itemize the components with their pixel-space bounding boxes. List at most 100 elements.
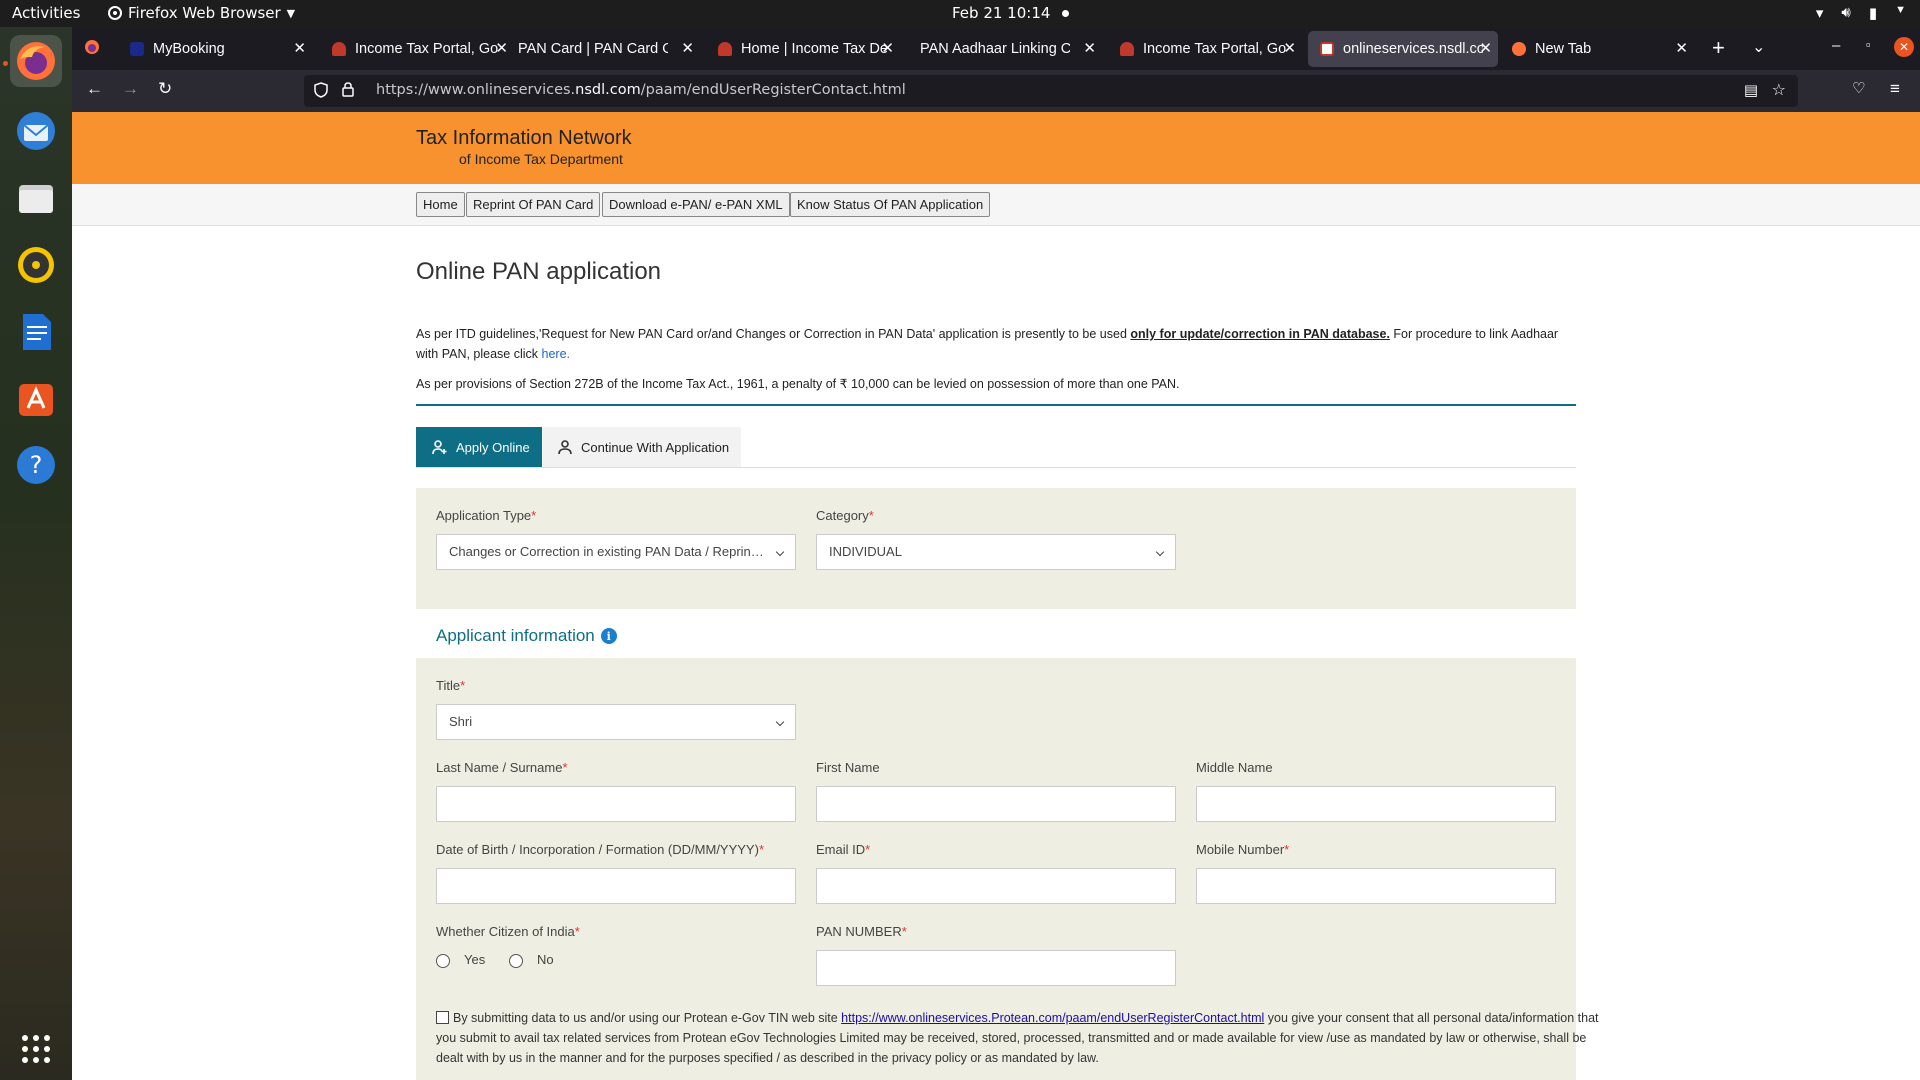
site-title: Tax Information Network: [416, 127, 632, 149]
firefox-icon: [17, 42, 55, 80]
title-select[interactable]: Shri: [436, 704, 796, 740]
files-icon: [19, 185, 53, 213]
nsdl-favicon: [1320, 42, 1334, 56]
dock-writer[interactable]: [10, 306, 62, 358]
hamburger-menu-icon[interactable]: ≡: [1890, 79, 1900, 99]
firefox-view-icon: [85, 40, 99, 54]
wifi-icon: ▾: [1815, 5, 1824, 22]
page-title: Online PAN application: [416, 258, 662, 285]
chevron-down-icon: ▼: [286, 6, 296, 20]
menu-know-status-button[interactable]: Know Status Of PAN Application: [790, 192, 991, 217]
software-center-icon: [19, 384, 53, 416]
url-text: https://www.onlineservices.nsdl.com/paam…: [376, 82, 906, 98]
dock-thunderbird[interactable]: [10, 105, 62, 157]
tab-onlineservices-nsdl[interactable]: onlineservices.nsdl.co ✕: [1308, 31, 1498, 67]
pan-number-label: PAN NUMBER*: [816, 924, 907, 939]
tab-pan-aadhaar-linking[interactable]: PAN Aadhaar Linking Ch ✕: [908, 31, 1102, 67]
firefox-favicon: [1512, 42, 1526, 56]
pan-number-input[interactable]: [816, 950, 1176, 986]
mobile-input[interactable]: [1196, 868, 1556, 904]
list-all-tabs-button[interactable]: ⌄: [1752, 37, 1765, 57]
back-button[interactable]: ←: [86, 79, 103, 99]
application-type-select[interactable]: Changes or Correction in existing PAN Da…: [436, 534, 796, 570]
show-apps-button[interactable]: [10, 1023, 62, 1075]
consent-link[interactable]: https://www.onlineservices.Protean.com/p…: [841, 1011, 1264, 1025]
system-top-bar: Activities Firefox Web Browser ▼ Feb 21 …: [0, 0, 1920, 27]
middle-name-input[interactable]: [1196, 786, 1556, 822]
info-icon[interactable]: i: [600, 628, 617, 644]
dock-help[interactable]: ?: [10, 439, 62, 491]
close-tab-icon[interactable]: ✕: [1675, 39, 1688, 57]
dock-software[interactable]: [10, 372, 62, 424]
activities-button[interactable]: Activities: [12, 4, 80, 22]
url-bar[interactable]: https://www.onlineservices.nsdl.com/paam…: [304, 75, 1798, 107]
citizen-yes-label: Yes: [464, 952, 486, 967]
clock[interactable]: Feb 21 10:14: [952, 4, 1070, 22]
divider: [416, 404, 1576, 406]
tab-new-tab[interactable]: New Tab ✕: [1500, 31, 1694, 67]
consent-text: By submitting data to us and/or using ou…: [436, 1011, 1599, 1065]
volume-icon: 🔊︎: [1841, 4, 1851, 21]
application-type-label: Application Type*: [436, 508, 537, 523]
dock-rhythmbox[interactable]: [10, 239, 62, 291]
navigation-toolbar: ← → ↻ https://www.onlineservices.nsdl.co…: [72, 70, 1920, 112]
dock-firefox[interactable]: [10, 35, 62, 87]
menu-download-epan-button[interactable]: Download e-PAN/ e-PAN XML: [602, 192, 790, 217]
tab-continue-application[interactable]: Continue With Application: [543, 427, 741, 467]
first-name-input[interactable]: [816, 786, 1176, 822]
forward-button[interactable]: →: [122, 79, 139, 99]
close-tab-icon[interactable]: ✕: [293, 39, 306, 57]
middle-name-label: Middle Name: [1196, 760, 1273, 775]
category-select[interactable]: INDIVIDUAL: [816, 534, 1176, 570]
close-tab-icon[interactable]: ✕: [1479, 39, 1492, 57]
pocket-icon[interactable]: ♡: [1852, 79, 1865, 97]
lock-icon[interactable]: [342, 81, 354, 101]
menu-home-button[interactable]: Home: [416, 192, 465, 217]
last-name-input[interactable]: [436, 786, 796, 822]
tab-home-income-tax[interactable]: Home | Income Tax De ✕: [706, 31, 900, 67]
applicant-information-heading: Applicant information i: [436, 626, 617, 646]
system-tray[interactable]: ▾ 🔊︎ ▮ ▼: [1816, 4, 1906, 22]
reader-view-icon[interactable]: ▤: [1744, 81, 1758, 99]
citizen-yes-radio[interactable]: [436, 954, 450, 968]
dock: ?: [0, 27, 72, 1080]
user-add-icon: [432, 440, 447, 455]
app-menu[interactable]: Firefox Web Browser ▼: [108, 4, 295, 22]
tab-apply-online[interactable]: Apply Online: [416, 427, 542, 467]
tab-pan-card[interactable]: PAN Card | PAN Card On ✕: [506, 31, 700, 67]
firefox-app-icon: [108, 6, 122, 20]
dob-input[interactable]: [436, 868, 796, 904]
dock-files[interactable]: [10, 172, 62, 224]
close-tab-icon[interactable]: ✕: [1083, 39, 1096, 57]
citizen-label: Whether Citizen of India*: [436, 924, 580, 939]
battery-icon: ▮: [1868, 5, 1878, 22]
web-page: Tax Information Network of Income Tax De…: [72, 112, 1920, 1080]
income-tax-favicon: [332, 42, 346, 56]
citizen-no-radio[interactable]: [509, 954, 523, 968]
consent-checkbox[interactable]: [436, 1011, 449, 1024]
aadhaar-link-here[interactable]: here.: [542, 347, 571, 361]
new-tab-button[interactable]: +: [1712, 35, 1725, 61]
tab-mybooking[interactable]: MyBooking ✕: [118, 31, 312, 67]
close-tab-icon[interactable]: ✕: [881, 39, 894, 57]
restore-button[interactable]: ▫: [1866, 37, 1871, 52]
first-name-label: First Name: [816, 760, 880, 775]
reload-button[interactable]: ↻: [158, 79, 172, 99]
close-tab-icon[interactable]: ✕: [1283, 39, 1296, 57]
notification-dot: [1062, 10, 1070, 17]
email-input[interactable]: [816, 868, 1176, 904]
title-label: Title*: [436, 678, 466, 693]
app-grid-icon: [22, 1035, 50, 1063]
firefox-view-button[interactable]: [84, 39, 100, 58]
menu-reprint-pan-button[interactable]: Reprint Of PAN Card: [466, 192, 601, 217]
tab-underline: [416, 467, 1576, 468]
minimize-button[interactable]: –: [1832, 37, 1840, 54]
close-tab-icon[interactable]: ✕: [681, 39, 694, 57]
bookmark-star-icon[interactable]: ☆: [1772, 80, 1786, 100]
help-icon: ?: [17, 446, 55, 484]
tab-income-tax-portal-1[interactable]: Income Tax Portal, Go ✕: [320, 31, 514, 67]
close-window-button[interactable]: ✕: [1894, 37, 1914, 57]
tab-income-tax-portal-2[interactable]: Income Tax Portal, Go ✕: [1108, 31, 1302, 67]
shield-icon[interactable]: [314, 82, 328, 102]
thunderbird-icon: [17, 112, 55, 150]
